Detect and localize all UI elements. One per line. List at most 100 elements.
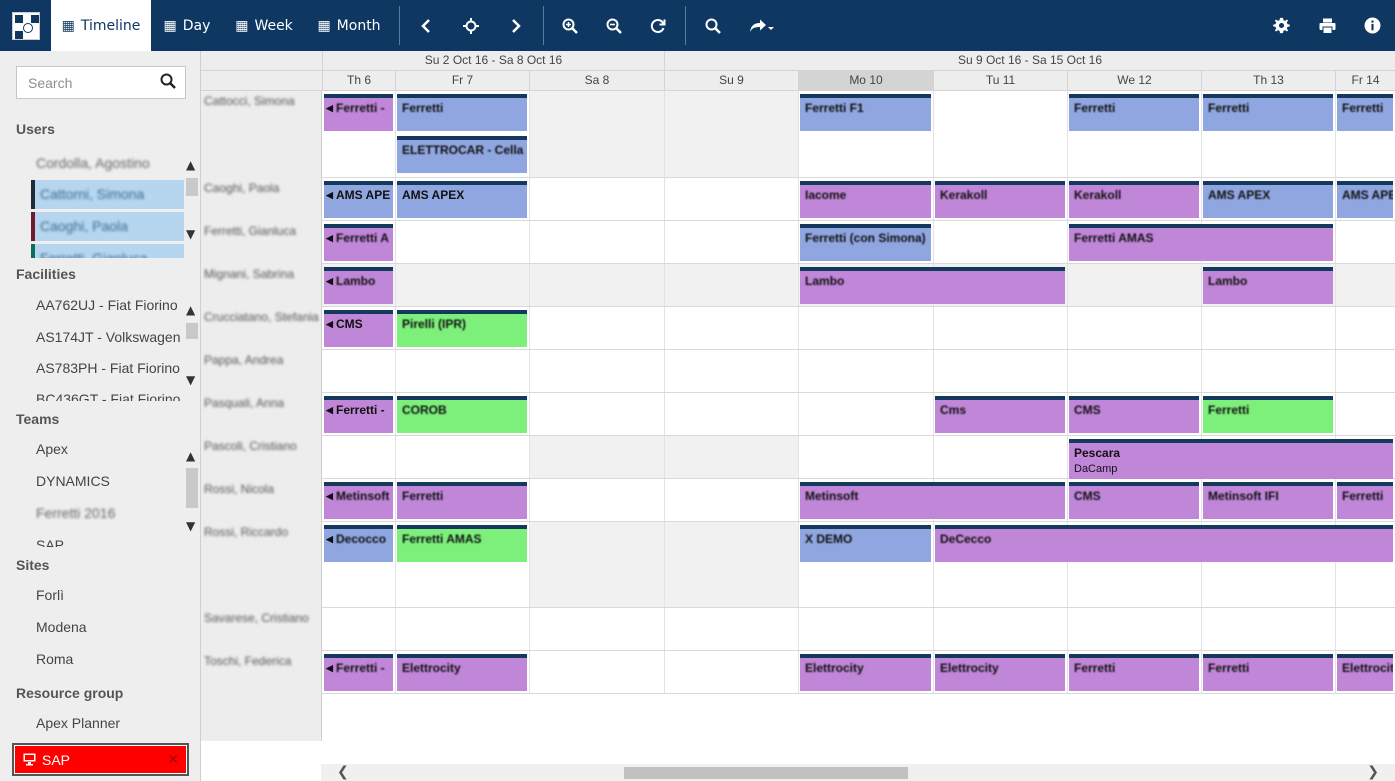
chevron-down-icon[interactable]: ▼ <box>186 373 195 387</box>
users-scrollbar[interactable] <box>186 178 198 196</box>
user-item-selected[interactable]: Caoghi, Paola <box>31 212 184 241</box>
search-icon[interactable] <box>160 73 176 89</box>
print-button[interactable] <box>1311 0 1343 51</box>
event-block[interactable]: Ferretti <box>1069 94 1199 131</box>
event-block[interactable]: Ferretti AMAS <box>397 525 527 562</box>
event-block[interactable]: ◀ Ferretti - <box>324 396 393 433</box>
event-block[interactable]: ◀ Decocco <box>324 525 393 562</box>
active-filter-tag[interactable]: SAP ✕ <box>12 743 189 776</box>
team-item[interactable]: Ferretti 2016 <box>36 505 184 521</box>
scroll-right-icon[interactable]: ❯ <box>1367 764 1379 780</box>
next-button[interactable] <box>500 0 532 51</box>
event-block[interactable]: DeCecco <box>935 525 1393 562</box>
event-block[interactable]: AMS APEX <box>1203 181 1333 218</box>
chevron-down-icon[interactable]: ▼ <box>186 227 195 241</box>
facilities-scrollbar[interactable] <box>186 323 198 339</box>
refresh-button[interactable] <box>642 0 674 51</box>
event-block[interactable]: ◀ Ferretti - <box>324 94 393 131</box>
event-block[interactable]: Elettrocity <box>800 654 931 691</box>
team-item[interactable]: DYNAMICS <box>36 473 184 489</box>
event-block[interactable]: Metinsoft <box>800 482 1065 519</box>
resource-name[interactable]: Rossi, Riccardo <box>204 525 288 539</box>
event-block[interactable]: Lambo <box>800 267 1065 304</box>
resource-name[interactable]: Crucciatano, Stefania <box>204 310 319 324</box>
event-block[interactable]: COROB <box>397 396 527 433</box>
facility-item[interactable]: AS174JT - Volkswagen <box>36 329 184 345</box>
horizontal-scrollbar[interactable]: ❮ ❯ <box>321 764 1395 781</box>
today-button[interactable] <box>455 0 487 51</box>
view-month-button[interactable]: ▦ Month <box>313 0 385 51</box>
view-timeline-button[interactable]: ▦ Timeline <box>51 0 151 51</box>
site-item[interactable]: Forlì <box>36 587 184 603</box>
user-item[interactable]: Cordolla, Agostino <box>36 155 184 171</box>
prev-button[interactable] <box>410 0 442 51</box>
event-block[interactable]: Ferretti <box>397 482 527 519</box>
user-item-selected[interactable]: Ferretti, Gianluca <box>31 244 184 258</box>
event-block[interactable]: Ferretti <box>1337 482 1393 519</box>
resource-name[interactable]: Mignani, Sabrina <box>204 267 294 281</box>
team-item[interactable]: Apex <box>36 441 184 457</box>
chevron-up-icon[interactable]: ▲ <box>186 449 195 463</box>
view-week-button[interactable]: ▦ Week <box>230 0 298 51</box>
teams-scrollbar[interactable] <box>186 468 198 508</box>
scroll-left-icon[interactable]: ❮ <box>337 764 349 780</box>
event-block[interactable]: Ferretti AMAS <box>1069 224 1333 261</box>
event-block[interactable]: Pescara DaCamp <box>1069 439 1393 479</box>
event-block[interactable]: Pirelli (IPR) <box>397 310 527 347</box>
settings-button[interactable] <box>1265 0 1297 51</box>
zoom-in-button[interactable] <box>554 0 586 51</box>
event-block[interactable]: Cms <box>935 396 1065 433</box>
event-block[interactable]: X DEMO <box>800 525 931 562</box>
event-block[interactable]: Ferretti <box>1203 94 1333 131</box>
resource-name[interactable]: Pappa, Andrea <box>204 353 283 367</box>
event-block[interactable]: ◀ Ferretti - <box>324 654 393 691</box>
search-input[interactable] <box>17 67 157 98</box>
user-item-selected[interactable]: Cattorni, Simona <box>31 180 184 209</box>
close-icon[interactable]: ✕ <box>167 751 179 768</box>
event-block[interactable]: Ferretti <box>1203 654 1333 691</box>
event-block[interactable]: Elettrocity <box>935 654 1065 691</box>
event-block[interactable]: Lambo <box>1203 267 1333 304</box>
app-logo[interactable] <box>12 12 40 40</box>
site-item[interactable]: Modena <box>36 619 184 635</box>
event-block[interactable]: AMS APEX <box>397 181 527 218</box>
event-block[interactable]: Kerakoll <box>1069 181 1199 218</box>
search-button[interactable] <box>697 0 729 51</box>
event-block[interactable]: Elettrocity <box>397 654 527 691</box>
resource-name[interactable]: Cattocci, Simona <box>204 94 295 108</box>
chevron-up-icon[interactable]: ▲ <box>186 303 195 317</box>
zoom-out-button[interactable] <box>598 0 630 51</box>
share-button[interactable] <box>744 0 780 51</box>
scrollbar-thumb[interactable] <box>624 767 908 779</box>
event-block[interactable]: ◀ Lambo <box>324 267 393 304</box>
event-block[interactable]: Ferretti F1 <box>800 94 931 131</box>
facility-item[interactable]: BC436GT - Fiat Fiorino <box>36 391 184 401</box>
event-block[interactable]: AMS APE <box>1337 181 1393 218</box>
facility-item[interactable]: AA762UJ - Fiat Fiorino <box>36 297 184 313</box>
resource-name[interactable]: Toschi, Federica <box>204 654 291 668</box>
event-block[interactable]: Kerakoll <box>935 181 1065 218</box>
resource-name[interactable]: Caoghi, Paola <box>204 181 279 195</box>
info-button[interactable] <box>1356 0 1388 51</box>
event-block[interactable]: Ferretti <box>1069 654 1199 691</box>
event-block[interactable]: Ferretti <box>1337 94 1393 131</box>
event-block[interactable]: ◀ Metinsoft <box>324 482 393 519</box>
event-block[interactable]: ELETTROCAR - Cella <box>397 136 527 173</box>
event-block[interactable]: CMS <box>1069 482 1199 519</box>
resource-name[interactable]: Ferretti, Gianluca <box>204 224 296 238</box>
event-block[interactable]: ◀ CMS <box>324 310 393 347</box>
resource-name[interactable]: Rossi, Nicola <box>204 482 274 496</box>
event-block[interactable]: Ferretti <box>397 94 527 131</box>
resource-group-item[interactable]: Apex Planner <box>36 715 184 731</box>
team-item[interactable]: SAP <box>36 537 184 547</box>
site-item[interactable]: Roma <box>36 651 184 667</box>
event-block[interactable]: Ferretti <box>1203 396 1333 433</box>
event-block[interactable]: Ferretti (con Simona) <box>800 224 931 261</box>
view-day-button[interactable]: ▦ Day <box>157 0 217 51</box>
event-block[interactable]: CMS <box>1069 396 1199 433</box>
event-block[interactable]: Metinsoft IFI <box>1203 482 1333 519</box>
event-block[interactable]: ◀ Ferretti A <box>324 224 393 261</box>
event-block[interactable]: Iacome <box>800 181 931 218</box>
resource-name[interactable]: Pasquali, Anna <box>204 396 284 410</box>
facility-item[interactable]: AS783PH - Fiat Fiorino <box>36 360 184 376</box>
